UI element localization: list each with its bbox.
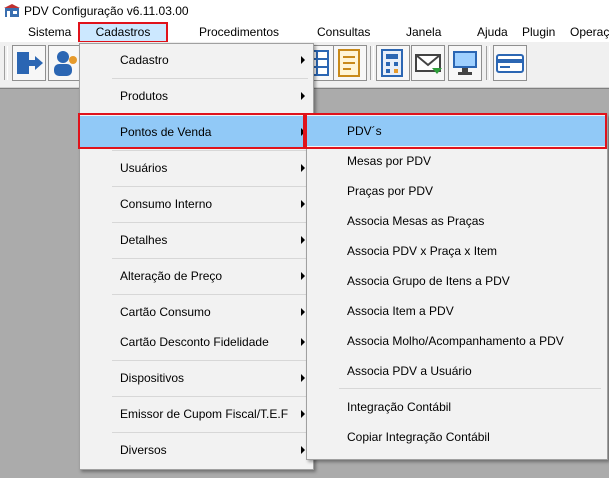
monitor-button[interactable] [448,45,482,81]
menu-item-cadastro[interactable]: Cadastro [80,44,313,76]
menu-item-consumo-interno[interactable]: Consumo Interno [80,188,313,220]
submenu-arrow-icon [301,308,305,316]
menu-item-label: Detalhes [120,233,168,247]
menu-separator [112,360,308,361]
exit-button[interactable] [12,45,46,81]
menu-item-label: Usuários [120,161,168,175]
submenu-item-copiar-integracao-contabil[interactable]: Copiar Integração Contábil [307,422,607,452]
submenu-item-associa-pdv-praca-item[interactable]: Associa PDV x Praça x Item [307,236,607,266]
submenu-item-pracas-por-pdv[interactable]: Praças por PDV [307,176,607,206]
submenu-item-associa-grupo-itens-pdv[interactable]: Associa Grupo de Itens a PDV [307,266,607,296]
menu-item-alteracao-de-preco[interactable]: Alteração de Preço [80,260,313,292]
menu-item-label: Produtos [120,89,169,103]
menu-item-cartao-desconto-fidelidade[interactable]: Cartão Desconto Fidelidade [80,326,313,358]
window-title: PDV Configuração v6.11.03.00 [24,4,189,18]
users-button[interactable] [48,45,82,81]
menu-separator [112,432,308,433]
menu-item-emissor-de-cupom-fiscal[interactable]: Emissor de Cupom Fiscal/T.E.F [80,398,313,430]
menu-item-detalhes[interactable]: Detalhes [80,224,313,256]
users-icon [54,51,77,76]
menu-janela[interactable]: Janela [406,25,441,39]
menu-operacoes[interactable]: Operaç [570,25,609,39]
submenu-item-associa-item-pdv[interactable]: Associa Item a PDV [307,296,607,326]
menu-item-label: Consumo Interno [120,197,213,211]
menu-separator [112,294,308,295]
menu-separator [112,150,308,151]
menu-plugin[interactable]: Plugin [522,25,555,39]
menu-item-label: Emissor de Cupom Fiscal/T.E.F [120,407,289,421]
menu-item-label: Diversos [120,443,167,457]
calculator-icon [381,49,403,77]
submenu-arrow-icon [301,272,305,280]
pontos-annotation-box [78,113,305,149]
submenu-arrow-icon [301,92,305,100]
menu-separator [339,388,601,389]
report-button[interactable] [333,45,367,81]
menu-separator [112,258,308,259]
submenu-arrow-icon [301,164,305,172]
menu-procedimentos[interactable]: Procedimentos [199,25,279,39]
submenu-arrow-icon [301,410,305,418]
menu-separator [112,78,308,79]
submenu-arrow-icon [301,56,305,64]
cadastros-annotation-box [78,22,168,43]
card-icon [496,54,524,73]
menu-item-label: Alteração de Preço [120,269,223,283]
menu-item-produtos[interactable]: Produtos [80,80,313,112]
submenu-item-integracao-contabil[interactable]: Integração Contábil [307,392,607,422]
submenu-arrow-icon [301,200,305,208]
title-bar: PDV Configuração v6.11.03.00 [0,0,609,22]
menu-ajuda[interactable]: Ajuda [477,25,508,39]
menu-item-label: Dispositivos [120,371,185,385]
submenu-item-mesas-por-pdv[interactable]: Mesas por PDV [307,146,607,176]
email-button[interactable] [411,45,445,81]
pontos-de-venda-submenu: PDV´s Mesas por PDV Praças por PDV Assoc… [306,114,608,460]
toolbar-separator [486,46,490,80]
report-icon [338,49,360,77]
email-icon [415,54,442,74]
calculator-button[interactable] [376,45,410,81]
pdvs-annotation-box [305,113,607,149]
submenu-item-associa-mesas-pracas[interactable]: Associa Mesas as Praças [307,206,607,236]
app-icon [4,4,20,17]
toolbar-separator [4,46,8,80]
menu-separator [112,186,308,187]
menu-item-dispositivos[interactable]: Dispositivos [80,362,313,394]
menu-consultas[interactable]: Consultas [317,25,370,39]
toolbar-separator [370,46,374,80]
submenu-item-associa-pdv-usuario[interactable]: Associa PDV a Usuário [307,356,607,386]
menu-separator [112,222,308,223]
card-button[interactable] [493,45,527,81]
menu-item-label: Cartão Desconto Fidelidade [120,335,269,349]
menu-item-usuarios[interactable]: Usuários [80,152,313,184]
submenu-item-associa-molho-pdv[interactable]: Associa Molho/Acompanhamento a PDV [307,326,607,356]
monitor-icon [453,51,477,75]
cadastros-menu: Cadastro Produtos Pontos de Venda Usuári… [79,43,314,470]
menu-item-cartao-consumo[interactable]: Cartão Consumo [80,296,313,328]
exit-icon [17,52,43,74]
menu-item-diversos[interactable]: Diversos [80,434,313,466]
menu-sistema[interactable]: Sistema [28,25,71,39]
submenu-arrow-icon [301,338,305,346]
menu-item-label: Cadastro [120,53,169,67]
submenu-arrow-icon [301,374,305,382]
submenu-arrow-icon [301,236,305,244]
submenu-arrow-icon [301,446,305,454]
menu-item-label: Cartão Consumo [120,305,211,319]
menu-separator [112,396,308,397]
